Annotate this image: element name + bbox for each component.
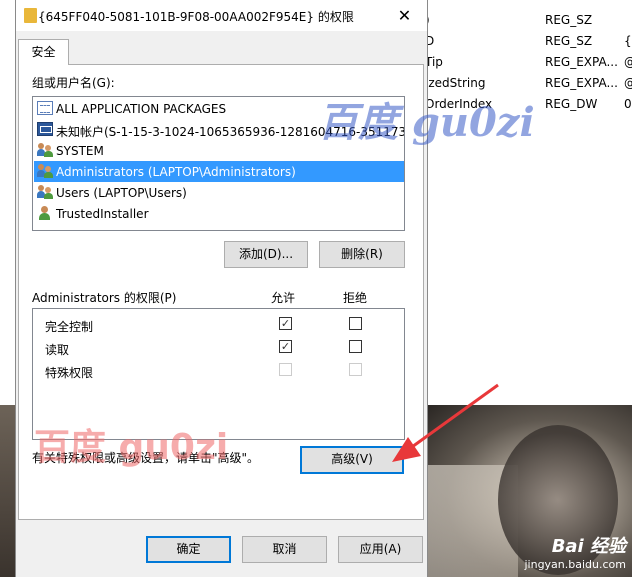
annotation-arrow [392,383,499,462]
arrow-shaft [404,383,499,454]
arrow-head [392,437,421,462]
tab-security[interactable]: 安全 [18,39,69,65]
